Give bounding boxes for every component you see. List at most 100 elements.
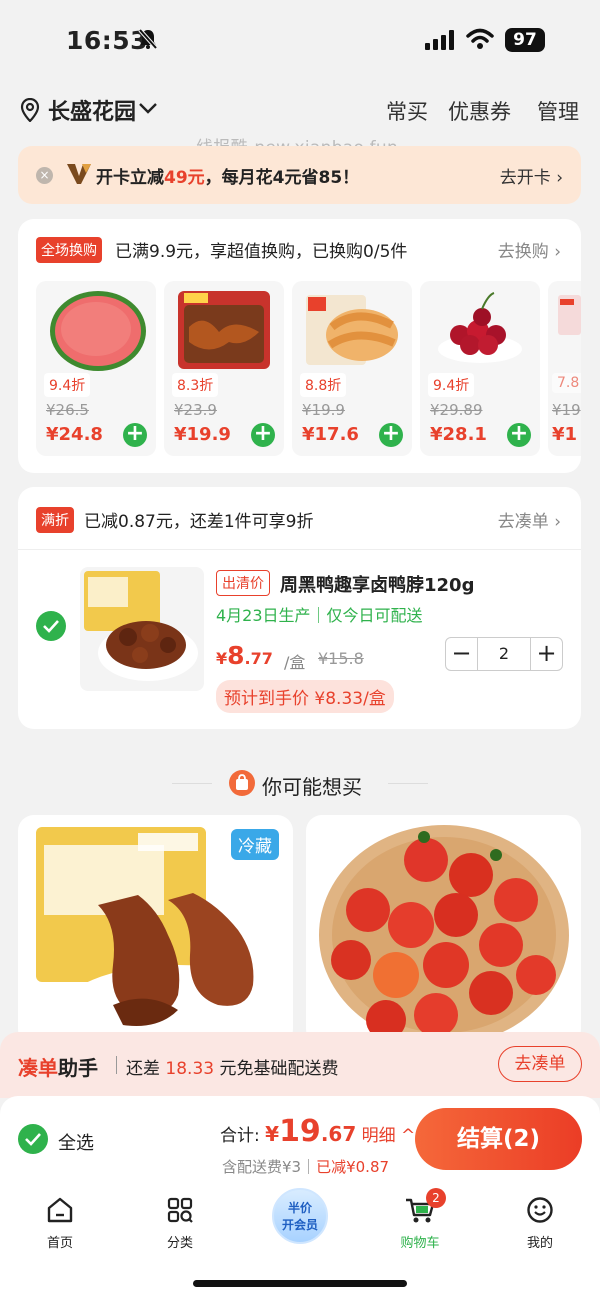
recommend-card-duck[interactable]: 冷藏 [18, 815, 293, 1045]
close-icon[interactable]: × [36, 167, 53, 184]
status-bar: 16:53 97 [0, 0, 600, 80]
original-price: ¥29.89 [430, 401, 483, 419]
discount-tag: 满折 [36, 507, 74, 533]
go-add-items-link[interactable]: 去凑单 › [498, 507, 561, 532]
original-price: ¥23.9 [174, 401, 217, 419]
status-time: 16:53 [66, 26, 149, 55]
half-price-membership-button[interactable]: 半价 开会员 [272, 1188, 328, 1244]
quantity-value[interactable]: 2 [478, 644, 530, 663]
discount-section: 满折 已减0.87元，还差1件可享9折 去凑单 › 出清价 周黑鸭趣享卤鸭脖12… [18, 487, 581, 729]
item-price: ¥8.77 [216, 641, 273, 670]
tab-label: 我的 [526, 1236, 553, 1251]
refrigerated-tag: 冷藏 [231, 829, 279, 860]
shrimp-image [302, 287, 402, 373]
location-pin-icon [20, 97, 40, 126]
recommend-title: 你可能想买 [262, 775, 362, 799]
discount-badge: 9.4折 [44, 373, 91, 397]
quantity-stepper[interactable]: − 2 + [445, 637, 563, 671]
swap-product-duck-feet[interactable]: 8.3折 ¥23.9 ¥19.9 + [164, 281, 284, 456]
wifi-icon [466, 28, 494, 54]
open-card-link[interactable]: 去开卡 › [500, 163, 563, 188]
swap-product-partial[interactable]: 7.8 ¥19 ¥1 [548, 281, 581, 456]
divider [18, 549, 581, 550]
membership-logo-icon [66, 162, 92, 190]
swap-product-cherries[interactable]: 9.4折 ¥29.89 ¥28.1 + [420, 281, 540, 456]
header: 长盛花园 常买 优惠券 管理 [0, 90, 600, 130]
total-price: 合计: ¥19.67 明细 ^ [220, 1114, 416, 1149]
tab-label: 首页 [46, 1236, 73, 1251]
coupon-link[interactable]: 优惠券 [448, 96, 511, 126]
estimated-price-badge: 预计到手价 ¥8.33/盒 [216, 680, 394, 713]
tab-label: 购物车 [400, 1236, 440, 1251]
promo-text: 开卡立减49元，每月花4元省85！ [96, 168, 360, 188]
add-on-helper-bar: 凑单助手 还差 18.33 元免基础配送费 去凑单 [0, 1032, 600, 1098]
tab-label: 分类 [166, 1236, 193, 1251]
recommend-card-tomatoes[interactable] [306, 815, 581, 1045]
tab-cart[interactable]: 2 购物车 [380, 1188, 460, 1251]
fee-info: 含配送费¥3｜已减¥0.87 [222, 1158, 390, 1176]
checkout-bar: 全选 合计: ¥19.67 明细 ^ 含配送费¥3｜已减¥0.87 结算(2) [0, 1096, 600, 1180]
go-swap-link[interactable]: 去换购 › [498, 237, 561, 262]
discount-badge: 8.8折 [300, 373, 347, 397]
smiley-icon [500, 1194, 580, 1226]
add-to-cart-icon[interactable]: + [251, 423, 275, 447]
category-grid-icon [140, 1194, 220, 1226]
original-price: ¥19.9 [302, 401, 345, 419]
checkout-button[interactable]: 结算(2) [415, 1108, 582, 1170]
details-toggle[interactable]: 明细 ^ [362, 1126, 416, 1146]
decrease-button[interactable]: − [446, 638, 478, 670]
add-to-cart-icon[interactable]: + [507, 423, 531, 447]
member-line1: 半价 [287, 1201, 312, 1215]
tab-profile[interactable]: 我的 [500, 1194, 580, 1251]
battery-icon: 97 [505, 28, 545, 52]
add-to-cart-icon[interactable]: + [123, 423, 147, 447]
increase-button[interactable]: + [530, 638, 562, 670]
membership-promo-banner[interactable]: × 开卡立减49元，每月花4元省85！ 去开卡 › [18, 146, 581, 204]
select-all-checkbox[interactable] [18, 1124, 48, 1154]
recommend-header: 你可能想买 [0, 768, 600, 799]
cherry-tomatoes-image [319, 825, 569, 1045]
discount-badge: 7.8 [552, 373, 581, 393]
sale-price: ¥24.8 [46, 424, 103, 445]
swap-tag: 全场换购 [36, 237, 102, 263]
bell-muted-icon [138, 28, 158, 54]
add-to-cart-icon[interactable]: + [379, 423, 403, 447]
original-price: ¥19 [552, 401, 581, 419]
signal-icon [425, 30, 457, 54]
swap-text: 已满9.9元，享超值换购，已换购0/5件 [115, 242, 408, 262]
watermelon-image [46, 287, 146, 373]
home-indicator [193, 1280, 407, 1287]
discount-badge: 8.3折 [172, 373, 219, 397]
divider [116, 1056, 117, 1074]
helper-text: 还差 18.33 元免基础配送费 [126, 1059, 339, 1079]
divider [172, 783, 212, 784]
swap-product-shrimp[interactable]: 8.8折 ¥19.9 ¥17.6 + [292, 281, 412, 456]
tab-category[interactable]: 分类 [140, 1194, 220, 1251]
item-checkbox[interactable] [36, 611, 66, 641]
go-add-items-button[interactable]: 去凑单 [498, 1046, 582, 1082]
original-price: ¥26.5 [46, 401, 89, 419]
price-unit: /盒 [284, 653, 306, 672]
frequent-buy-link[interactable]: 常买 [386, 96, 428, 126]
cart-count-badge: 2 [426, 1188, 446, 1208]
duck-neck-image[interactable] [80, 567, 204, 691]
cart-icon [380, 1194, 460, 1226]
chevron-down-icon[interactable] [138, 100, 158, 119]
address-selector[interactable]: 长盛花园 [48, 94, 136, 126]
tab-home[interactable]: 首页 [20, 1194, 100, 1251]
select-all-label[interactable]: 全选 [58, 1129, 94, 1155]
swap-product-watermelon[interactable]: 9.4折 ¥26.5 ¥24.8 + [36, 281, 156, 456]
product-title[interactable]: 周黑鸭趣享卤鸭脖120g [280, 571, 474, 597]
manage-link[interactable]: 管理 [537, 96, 579, 126]
swap-section: 全场换购 已满9.9元，享超值换购，已换购0/5件 去换购 › 9.4折 ¥26… [18, 219, 581, 473]
sale-price: ¥1 [552, 424, 578, 445]
sale-price: ¥17.6 [302, 424, 359, 445]
cherries-image [430, 287, 530, 373]
shopping-bag-icon [229, 770, 255, 796]
clearance-tag: 出清价 [216, 570, 270, 596]
member-line2: 开会员 [281, 1218, 318, 1232]
duck-feet-image [174, 287, 274, 373]
helper-brand: 凑单助手 [18, 1056, 98, 1080]
sale-price: ¥28.1 [430, 424, 487, 445]
original-price: ¥15.8 [318, 649, 364, 668]
